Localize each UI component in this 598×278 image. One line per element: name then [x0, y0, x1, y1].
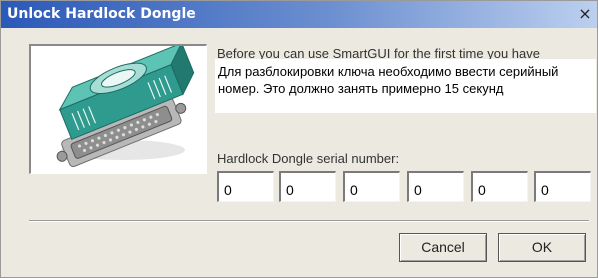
serial-field-1[interactable] [217, 171, 274, 202]
close-button[interactable]: × [575, 4, 595, 24]
ok-button[interactable]: OK [498, 233, 586, 262]
serial-field-4[interactable] [407, 171, 464, 202]
serial-field-6[interactable] [534, 171, 591, 202]
window-title: Unlock Hardlock Dongle [7, 6, 196, 22]
hardlock-dongle-icon [56, 41, 195, 168]
serial-field-5[interactable] [471, 171, 528, 202]
serial-number-label: Hardlock Dongle serial number: [217, 151, 400, 166]
serial-field-3[interactable] [343, 171, 400, 202]
dongle-image [29, 41, 207, 174]
separator [29, 220, 589, 222]
description-overlay: Для разблокировки ключа необходимо ввест… [215, 59, 596, 113]
serial-field-2[interactable] [279, 171, 336, 202]
title-bar[interactable]: Unlock Hardlock Dongle × [1, 1, 597, 28]
unlock-dongle-dialog: Unlock Hardlock Dongle × Before you can … [0, 0, 598, 278]
cancel-button[interactable]: Cancel [399, 233, 487, 262]
